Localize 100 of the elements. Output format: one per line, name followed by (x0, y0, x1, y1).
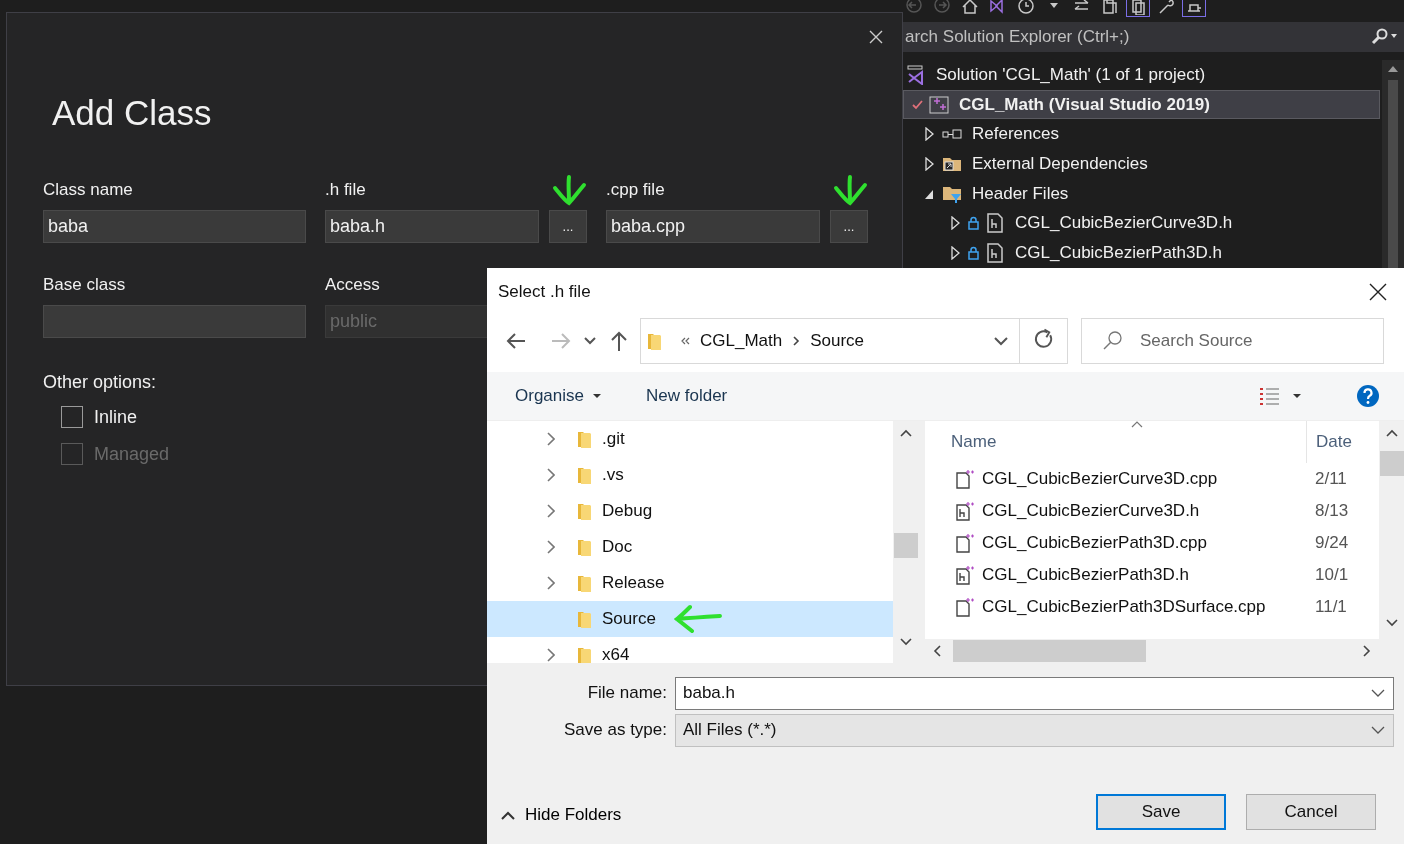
browse-button[interactable]: ... (549, 210, 587, 243)
scrollbar[interactable] (1382, 60, 1404, 268)
tree-item[interactable]: Header Files (903, 178, 1380, 209)
chevron-icon[interactable] (547, 540, 555, 554)
help-icon[interactable] (1356, 384, 1380, 408)
tree-item[interactable]: Solution 'CGL_Math' (1 of 1 project) (903, 60, 1380, 90)
scrollbar-thumb[interactable] (1379, 451, 1404, 476)
references-icon (942, 129, 962, 140)
folder-item[interactable]: .git (487, 421, 893, 457)
collapsed-icon[interactable] (924, 157, 934, 171)
folder-item[interactable]: Release (487, 565, 893, 601)
chevron-icon[interactable] (547, 504, 555, 518)
scroll-up-icon[interactable] (1386, 64, 1400, 74)
file-name-field[interactable]: baba.h (675, 676, 1394, 710)
save-button[interactable]: Save (1096, 794, 1226, 830)
column-header[interactable]: Date (1307, 432, 1352, 452)
view-list-icon[interactable] (1258, 386, 1282, 406)
file-item[interactable]: CGL_CubicBezierPath3D.cpp (925, 533, 1315, 553)
table-cell: 10/1 (1315, 565, 1349, 585)
search-box[interactable]: Search Source (1081, 318, 1384, 364)
file-type-dropdown[interactable]: All Files (*.*) (675, 713, 1394, 747)
tree-item[interactable]: References (903, 119, 1380, 150)
back-icon[interactable] (505, 332, 527, 350)
file-icon (985, 213, 1005, 234)
tree-item[interactable]: CGL_CubicBezierPath3D.h (903, 238, 1380, 269)
file-item[interactable]: CGL_CubicBezierPath3D.h (925, 565, 1315, 585)
properties-icon[interactable] (1183, 0, 1205, 16)
breadcrumb-link[interactable]: Source (810, 331, 865, 351)
scrollbar-thumb[interactable] (953, 640, 1146, 662)
table-cell: 2/11 (1315, 469, 1347, 489)
folder-item[interactable]: Source (487, 601, 893, 637)
input-field[interactable]: baba.cpp (606, 210, 820, 243)
file-item[interactable]: CGL_CubicBezierCurve3D.h (925, 501, 1315, 521)
header-file-icon (955, 501, 975, 521)
breadcrumb-link[interactable]: CGL_Math (700, 331, 783, 351)
organise-menu[interactable]: Organise (505, 382, 612, 410)
collapsed-icon[interactable] (950, 216, 960, 231)
scrollbar[interactable] (1379, 421, 1404, 663)
folder-item[interactable]: Debug (487, 493, 893, 529)
close-icon[interactable] (1369, 282, 1387, 301)
scroll-down-icon[interactable] (1385, 619, 1398, 627)
up-icon[interactable] (610, 330, 628, 352)
scroll-left-icon[interactable] (933, 645, 941, 657)
folder-icon (577, 609, 592, 629)
dropdown-icon[interactable] (584, 336, 596, 346)
input-field[interactable] (43, 305, 306, 338)
checkbox-label[interactable]: Inline (94, 406, 138, 428)
cancel-button[interactable]: Cancel (1246, 794, 1376, 830)
overflow-icon[interactable] (680, 336, 690, 346)
hide-folders-button[interactable]: Hide Folders (501, 805, 622, 825)
clock-icon[interactable] (1015, 0, 1037, 16)
scroll-down-icon[interactable] (899, 638, 912, 646)
field-label: .h file (325, 179, 366, 201)
sort-icon (1131, 421, 1143, 428)
field-label: Class name (43, 179, 133, 201)
file-item[interactable]: CGL_CubicBezierCurve3D.cpp (925, 469, 1315, 489)
solution-icon (906, 64, 926, 85)
documents-icon[interactable] (1127, 0, 1149, 16)
dropdown-icon[interactable] (993, 336, 1009, 346)
folder-icon (577, 429, 592, 449)
browse-button[interactable]: ... (830, 210, 868, 243)
chevron-icon[interactable] (547, 468, 555, 482)
column-header[interactable]: Name (925, 421, 1307, 463)
tree-item[interactable]: External Dependencies (903, 149, 1380, 179)
scroll-up-icon[interactable] (1385, 429, 1398, 437)
folder-item[interactable]: .vs (487, 457, 893, 493)
dropdown-icon (1371, 726, 1385, 734)
refresh-icon[interactable] (1020, 318, 1068, 364)
input-field[interactable]: baba.h (325, 210, 539, 243)
scroll-right-icon[interactable] (1363, 645, 1371, 657)
dialog-title: Select .h file (498, 281, 591, 302)
chevron-icon[interactable] (547, 576, 555, 590)
code-file-icon (955, 469, 975, 489)
scrollbar-thumb[interactable] (893, 533, 918, 558)
collapsed-icon[interactable] (924, 127, 934, 142)
input-field[interactable]: baba (43, 210, 306, 243)
folder-icon (577, 645, 592, 663)
field-label: File name: (586, 683, 668, 703)
field-label: Access (325, 274, 380, 296)
new-folder-button[interactable]: New folder (636, 382, 738, 410)
chevron-icon[interactable] (547, 648, 555, 662)
chevron-icon[interactable] (547, 432, 555, 446)
project-icon (929, 94, 949, 115)
tree-item[interactable]: CGL_Math (Visual Studio 2019) (903, 89, 1380, 120)
field-label: Save as type: (563, 720, 668, 740)
address-bar[interactable]: CGL_Math Source (640, 318, 1020, 364)
folder-item[interactable]: Doc (487, 529, 893, 565)
folder-icon (647, 331, 662, 351)
dropdown-icon (1371, 689, 1385, 697)
search-icon (1102, 330, 1124, 352)
field-label: .cpp file (606, 179, 665, 201)
collapsed-icon[interactable] (950, 246, 960, 261)
file-item[interactable]: CGL_CubicBezierPath3DSurface.cpp (925, 597, 1315, 617)
scrollbar-thumb[interactable] (1388, 80, 1398, 268)
folder-icon (577, 537, 592, 557)
table-cell: 8/13 (1315, 501, 1349, 521)
tree-item[interactable]: CGL_CubicBezierCurve3D.h (903, 208, 1380, 239)
caret-icon[interactable] (1292, 393, 1302, 399)
scroll-up-icon[interactable] (899, 429, 912, 437)
checkbox[interactable] (61, 406, 83, 428)
